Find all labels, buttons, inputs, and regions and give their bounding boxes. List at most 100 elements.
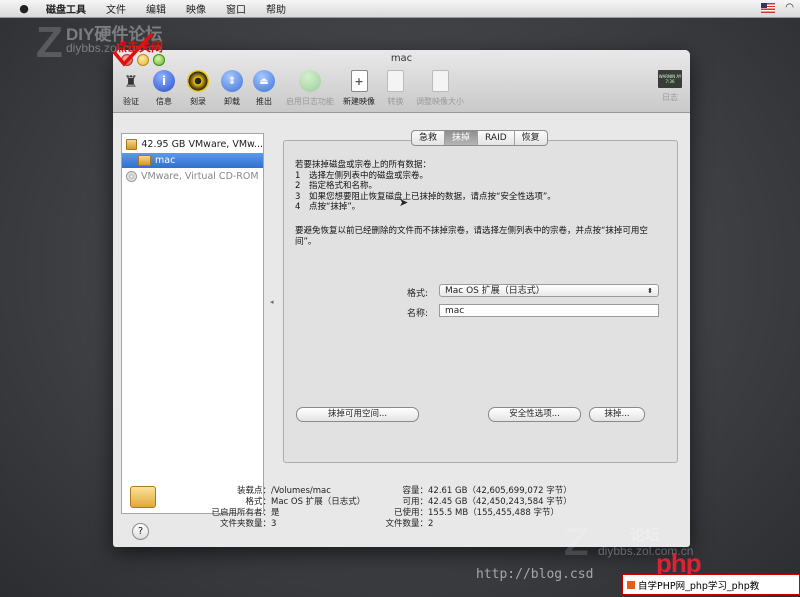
microscope-icon: ♜: [123, 71, 139, 91]
toolbar-label: 推出: [256, 97, 272, 106]
select-arrows-icon: ⬍: [647, 287, 653, 295]
toolbar-label: 转换: [387, 97, 404, 106]
toolbar-enable-journaling-button[interactable]: 启用日志功能: [286, 70, 334, 107]
menu-edit[interactable]: 编辑: [146, 1, 166, 16]
apple-menu-icon[interactable]: ●: [16, 2, 32, 15]
step-number: 1: [295, 170, 301, 181]
toolbar-info-button[interactable]: i 信息: [153, 70, 175, 107]
window-title: mac: [390, 53, 413, 64]
menu-window[interactable]: 窗口: [226, 1, 246, 16]
log-icon: WARNIN AY 7:36: [658, 70, 682, 88]
info-row: 已使用： 155.5 MB（155,455,488 字节）: [373, 508, 572, 519]
files-label: 文件数量：: [385, 519, 428, 529]
menu-file[interactable]: 文件: [106, 1, 126, 16]
toolbar-burn-button[interactable]: 刻录: [187, 70, 209, 107]
cd-rom-icon: [126, 171, 137, 182]
volume-info-right: 容量： 42.61 GB（42,605,699,072 字节） 可用： 42.45 …: [373, 486, 572, 530]
erase-free-space-note: 要避免恢复以前已经删除的文件而不抹掉宗卷，请选择左侧列表中的宗卷，并点按“抹掉可…: [295, 226, 648, 247]
toolbar-label: 新建映像: [343, 97, 375, 106]
input-source-flag-icon[interactable]: [761, 3, 776, 13]
toolbar-label: 验证: [123, 97, 139, 106]
sidebar-item-label: mac: [155, 155, 176, 166]
toolbar-eject-button[interactable]: ⏏ 推出: [253, 70, 275, 107]
disk-list: 42.95 GB VMware, VMw... mac VMware, Virt…: [121, 133, 264, 514]
toolbar-verify-button[interactable]: ♜ 验证: [120, 70, 142, 107]
menu-help[interactable]: 帮助: [266, 1, 286, 16]
tab-first-aid[interactable]: 急救: [412, 131, 446, 145]
step-text: 如果您想要阻止恢复磁盘上已抹掉的数据，请点按“安全性选项”。: [309, 191, 556, 202]
format-select[interactable]: Mac OS 扩展（日志式） ⬍: [439, 284, 659, 297]
php-site-badge: 自学PHP网_php学习_php教: [622, 574, 800, 595]
convert-icon: [387, 70, 404, 92]
capacity-value: 42.61 GB（42,605,699,072 字节）: [428, 486, 572, 496]
tab-raid[interactable]: RAID: [478, 131, 515, 145]
split-view-handle-icon[interactable]: ◂: [270, 298, 274, 306]
available-value: 42.45 GB（42,450,243,584 字节）: [428, 497, 572, 507]
step-number: 4: [295, 202, 301, 212]
toolbar: mac ♜ 验证 i 信息 刻录 ⇕ 卸载 ⏏ 推出 启用日志功能 + 新建映像…: [113, 50, 690, 113]
erase-free-space-button[interactable]: 抹掉可用空间...: [296, 407, 419, 422]
used-value: 155.5 MB（155,455,488 字节）: [428, 508, 559, 518]
format-label: 格式:: [406, 289, 428, 299]
toolbar-resize-image-button[interactable]: 调整映像大小: [416, 70, 464, 107]
toolbar-label: 日志: [662, 93, 678, 102]
instruction-step: 4 点按“抹掉”。: [295, 202, 675, 213]
erase-button[interactable]: 抹掉...: [589, 407, 645, 422]
sidebar-item-label: VMware, Virtual CD-ROM: [141, 171, 259, 182]
sidebar-item-cdrom[interactable]: VMware, Virtual CD-ROM: [122, 169, 263, 184]
mount-point-value: /Volumes/mac: [271, 486, 331, 496]
info-row: 容量： 42.61 GB（42,605,699,072 字节）: [373, 486, 572, 497]
toolbar-log-button[interactable]: WARNIN AY 7:36 日志: [658, 70, 682, 103]
instruction-step: 3 如果您想要阻止恢复磁盘上已抹掉的数据，请点按“安全性选项”。: [295, 192, 675, 203]
info-row: 已启用所有者：是: [176, 508, 365, 519]
name-label: 名称:: [406, 309, 428, 319]
toolbar-label: 启用日志功能: [286, 97, 334, 106]
name-field[interactable]: mac: [439, 304, 659, 317]
toolbar-convert-button[interactable]: 转换: [387, 70, 404, 107]
help-button[interactable]: ?: [132, 523, 149, 540]
folders-label: 文件夹数量：: [219, 519, 271, 529]
instruction-step: 2 指定格式和名称。: [295, 181, 675, 192]
mount-point-label: 装载点：: [236, 486, 271, 496]
watermark-logo-icon: Z: [36, 18, 63, 67]
toolbar-unmount-button[interactable]: ⇕ 卸载: [221, 70, 243, 107]
info-row: 装载点：/Volumes/mac: [176, 486, 365, 497]
mouse-cursor-icon: ➤: [399, 196, 409, 209]
volume-icon: [138, 155, 151, 166]
badge-square-icon: [627, 580, 635, 589]
toolbar-label: 卸载: [224, 97, 240, 106]
resize-image-icon: [431, 70, 449, 92]
toolbar-new-image-button[interactable]: + 新建映像: [343, 70, 375, 107]
info-format-value: Mac OS 扩展（日志式）: [271, 497, 366, 507]
step-number: 3: [295, 191, 301, 202]
info-icon: i: [153, 70, 175, 92]
menu-disk-utility[interactable]: 磁盘工具: [46, 1, 86, 16]
menu-bar: ● 磁盘工具 文件 编辑 映像 窗口 帮助 ◠: [0, 0, 800, 18]
eject-icon: ⏏: [253, 70, 275, 92]
tab-restore[interactable]: 恢复: [515, 131, 547, 145]
volume-info-left: 装载点：/Volumes/mac 格式： Mac OS 扩展（日志式） 已启用所有…: [176, 486, 365, 530]
instruction-step: 1 选择左侧列表中的磁盘或宗卷。: [295, 171, 675, 182]
hard-disk-icon: [126, 139, 138, 150]
instructions-heading: 若要抹掉磁盘或宗卷上的所有数据：: [295, 160, 432, 170]
files-value: 2: [428, 519, 434, 529]
watermark-text: 论坛: [630, 527, 661, 544]
burn-icon: [187, 70, 209, 92]
security-options-button[interactable]: 安全性选项...: [488, 407, 581, 422]
toolbar-label: 调整映像大小: [416, 97, 464, 106]
info-row: 文件数量： 2: [373, 519, 572, 530]
toolbar-label: 刻录: [190, 97, 206, 106]
sidebar-item-mac[interactable]: mac: [122, 153, 263, 168]
tab-erase[interactable]: 抹掉: [445, 131, 479, 145]
journal-icon: [299, 70, 321, 92]
owners-value: 是: [271, 508, 280, 518]
sidebar-item-disk[interactable]: 42.95 GB VMware, VMw...: [122, 137, 263, 152]
owners-label: 已启用所有者：: [211, 508, 271, 518]
wifi-icon[interactable]: ◠: [785, 2, 794, 13]
toolbar-label: 信息: [156, 97, 172, 106]
menu-image[interactable]: 映像: [186, 1, 206, 16]
step-text: 指定格式和名称。: [309, 181, 378, 191]
sidebar-item-label: 42.95 GB VMware, VMw...: [141, 139, 263, 150]
step-text: 选择左侧列表中的磁盘或宗卷。: [309, 170, 429, 181]
info-row: 格式： Mac OS 扩展（日志式）: [176, 497, 365, 508]
